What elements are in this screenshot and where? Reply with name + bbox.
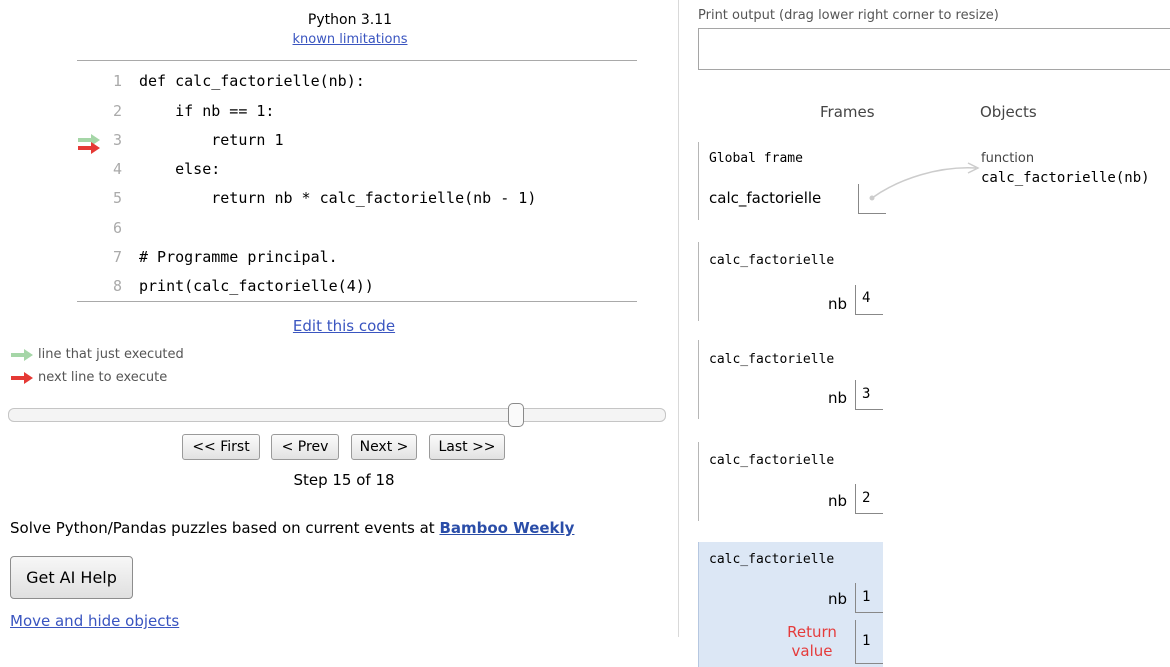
just-executed-arrow-icon <box>11 348 33 361</box>
known-limitations-link[interactable]: known limitations <box>0 32 700 47</box>
step-slider-handle[interactable] <box>508 403 524 427</box>
panel-divider <box>678 0 679 637</box>
return-label-line: value <box>791 642 833 660</box>
var-value: 2 <box>855 484 883 514</box>
code-text: def calc_factorielle(nb): <box>139 72 365 90</box>
promo-text: Solve Python/Pandas puzzles based on cur… <box>10 519 574 537</box>
code-line: 2 if nb == 1: <box>77 96 637 126</box>
line-number: 7 <box>112 248 122 266</box>
line-number: 8 <box>112 277 122 295</box>
object-type: function <box>981 151 1035 166</box>
last-button[interactable]: Last >> <box>429 434 505 460</box>
code-line: 4 else: <box>77 154 637 184</box>
line-number: 2 <box>112 102 122 120</box>
var-name: nb <box>827 590 847 608</box>
get-ai-help-button[interactable]: Get AI Help <box>10 556 133 599</box>
legend-just-executed-label: line that just executed <box>38 347 184 362</box>
step-counter: Step 15 of 18 <box>293 471 395 489</box>
var-value: 1 <box>855 583 883 613</box>
bamboo-weekly-link[interactable]: Bamboo Weekly <box>439 519 574 537</box>
line-number: 5 <box>112 189 122 207</box>
var-name: calc_factorielle <box>709 189 822 207</box>
code-text: if nb == 1: <box>139 102 275 120</box>
edit-code-link[interactable]: Edit this code <box>0 317 688 335</box>
objects-header: Objects <box>980 103 1037 121</box>
line-number: 3 <box>112 131 122 149</box>
frame-title: calc_factorielle <box>709 352 835 367</box>
legend-next-line-label: next line to execute <box>38 370 168 385</box>
frame-title: Global frame <box>709 151 803 166</box>
prev-button[interactable]: < Prev <box>271 434 339 460</box>
code-display: 1 def calc_factorielle(nb): 2 if nb == 1… <box>77 60 637 302</box>
move-hide-objects-link[interactable]: Move and hide objects <box>10 612 179 630</box>
line-number: 6 <box>112 219 122 237</box>
return-value: 1 <box>855 620 883 664</box>
frame-title: calc_factorielle <box>709 253 835 268</box>
return-label-line: Return <box>787 623 837 641</box>
print-output-label: Print output (drag lower right corner to… <box>698 8 999 23</box>
frame-title: calc_factorielle <box>709 552 835 567</box>
frames-header: Frames <box>820 103 875 121</box>
code-line: 7 # Programme principal. <box>77 242 637 272</box>
active-call-frame: calc_factorielle nb 1 Return value 1 <box>698 542 883 667</box>
pointer-arrow <box>869 162 980 201</box>
language-label: Python 3.11 <box>307 12 393 28</box>
call-frame: calc_factorielle nb 3 <box>698 340 883 419</box>
code-line-current: 3 return 1 <box>77 125 637 155</box>
call-frame: calc_factorielle nb 4 <box>698 242 883 321</box>
function-object: calc_factorielle(nb) <box>981 170 1150 186</box>
code-text: return nb * calc_factorielle(nb - 1) <box>139 189 537 207</box>
return-value-label: Return value <box>779 623 845 661</box>
frame-title: calc_factorielle <box>709 453 835 468</box>
code-text: print(calc_factorielle(4)) <box>139 277 374 295</box>
var-name: nb <box>827 389 847 407</box>
code-line: 1 def calc_factorielle(nb): <box>77 66 637 96</box>
line-number: 1 <box>112 72 122 90</box>
code-text: else: <box>139 160 221 178</box>
step-slider-track[interactable] <box>8 408 666 422</box>
print-output-box[interactable] <box>698 28 1170 70</box>
var-value: 3 <box>855 380 883 410</box>
var-name: nb <box>827 492 847 510</box>
next-line-arrow-icon <box>11 371 33 384</box>
first-button[interactable]: << First <box>182 434 260 460</box>
code-line: 5 return nb * calc_factorielle(nb - 1) <box>77 183 637 213</box>
legend-next-line: next line to execute <box>10 370 167 385</box>
code-line: 6 <box>77 213 637 243</box>
code-text: # Programme principal. <box>139 248 338 266</box>
code-line: 8 print(calc_factorielle(4)) <box>77 271 637 301</box>
next-button[interactable]: Next > <box>351 434 417 460</box>
call-frame: calc_factorielle nb 2 <box>698 442 883 521</box>
var-value: 4 <box>855 285 883 315</box>
line-number: 4 <box>112 160 122 178</box>
var-name: nb <box>827 295 847 313</box>
code-panel: Python 3.11 known limitations 1 def calc… <box>0 0 670 667</box>
promo-label: Solve Python/Pandas puzzles based on cur… <box>10 519 440 537</box>
code-text: return 1 <box>139 131 284 149</box>
legend-just-executed: line that just executed <box>10 347 184 362</box>
global-frame: Global frame calc_factorielle <box>698 142 886 220</box>
